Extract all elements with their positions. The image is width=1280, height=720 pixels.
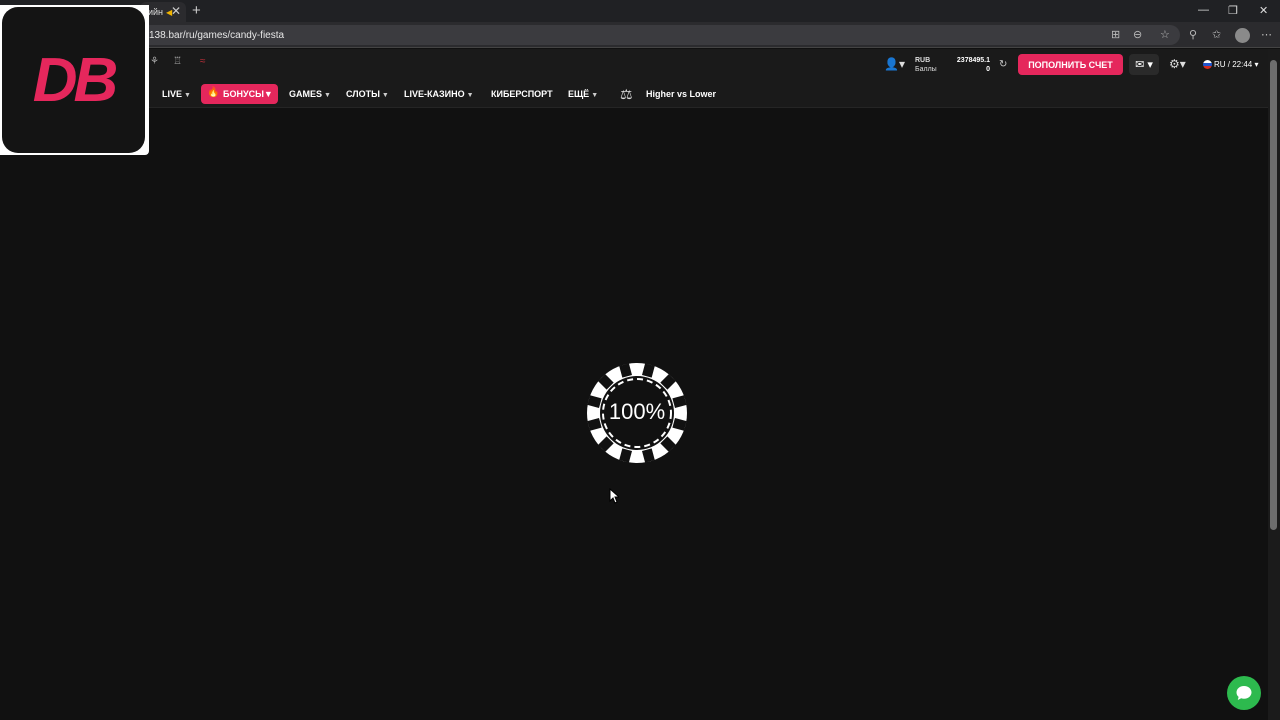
restore-button[interactable]: ❐	[1228, 4, 1238, 17]
more-menu-icon[interactable]: ⋯	[1261, 28, 1272, 41]
nav-more[interactable]: ЕЩЁ ▼	[568, 89, 598, 99]
chevron-down-icon: ▼	[591, 92, 599, 99]
scales-icon: ⚖	[620, 86, 633, 102]
nav-live-casino[interactable]: LIVE-КАЗИНО ▼	[404, 89, 474, 99]
partner-logo-red-icon: ≈	[200, 56, 206, 67]
mouse-cursor-icon	[609, 488, 619, 504]
nav-higher-vs-lower[interactable]: Higher vs Lower	[646, 89, 716, 99]
close-window-button[interactable]: ✕	[1259, 4, 1268, 17]
europa-league-logo-icon: ♖	[173, 56, 182, 67]
tab-close-icon[interactable]: ✕	[171, 4, 181, 18]
deposit-button[interactable]: ПОПОЛНИТЬ СЧЕТ	[1018, 54, 1123, 75]
settings-gear-icon[interactable]: ⚙▾	[1169, 57, 1186, 71]
chat-button[interactable]	[1227, 676, 1261, 710]
nav-slots[interactable]: СЛОТЫ ▼	[346, 89, 389, 99]
currency-label: RUB	[915, 57, 931, 64]
nav-live-casino-label: LIVE-КАЗИНО	[404, 89, 465, 99]
mail-icon: ✉ ▾	[1135, 59, 1153, 71]
db-logo-tile: DB	[2, 7, 145, 153]
chevron-down-icon: ▼	[466, 92, 474, 99]
db-logo-text: DB	[32, 45, 119, 115]
russia-flag-icon	[1203, 60, 1212, 70]
language-time-selector[interactable]: RU / 22:44 ▾	[1203, 60, 1259, 70]
lang-time-label: RU / 22:44	[1214, 60, 1253, 69]
user-icon[interactable]: 👤▾	[884, 57, 905, 71]
favorites-icon[interactable]: ✩	[1212, 28, 1221, 41]
favorite-star-icon[interactable]: ☆	[1160, 28, 1170, 41]
chevron-down-icon: ▼	[184, 92, 191, 99]
mail-button[interactable]: ✉ ▾	[1129, 54, 1159, 75]
chevron-down-icon: ▼	[381, 92, 389, 99]
tracking-icon[interactable]: ⊖	[1133, 28, 1142, 41]
nav-bonuses-label: БОНУСЫ▼	[223, 89, 273, 99]
tab-title: ийн	[148, 7, 164, 17]
nav-more-label: ЕЩЁ	[568, 89, 590, 99]
points-label: Баллы	[915, 66, 937, 73]
scrollbar-thumb[interactable]	[1270, 60, 1277, 530]
url-text[interactable]: 138.bar/ru/games/candy-fiesta	[149, 30, 284, 41]
profile-avatar[interactable]	[1235, 28, 1250, 43]
balance-value: 2378495.1	[956, 57, 990, 64]
chevron-down-icon: ▼	[263, 89, 273, 99]
points-value: 0	[986, 66, 990, 73]
nav-slots-label: СЛОТЫ	[346, 89, 380, 99]
chevron-down-icon: ▼	[324, 92, 331, 99]
nav-live-label: LIVE	[162, 89, 183, 99]
nav-games-label: GAMES	[289, 89, 323, 99]
nav-live[interactable]: LIVE ▼	[162, 89, 191, 99]
extensions-icon[interactable]: ⚲	[1189, 28, 1197, 41]
partner-logo-icon: ⚘	[150, 56, 159, 67]
refresh-icon[interactable]: ↻	[999, 59, 1007, 70]
loader-percent: 100%	[608, 399, 666, 424]
nav-esports[interactable]: КИБЕРСПОРТ	[491, 89, 553, 99]
db-logo-overlay: DB	[0, 5, 149, 155]
new-tab-button[interactable]: +	[192, 2, 201, 19]
nav-games[interactable]: GAMES ▼	[289, 89, 331, 99]
address-bar[interactable]	[140, 25, 1180, 45]
flame-icon: 🔥	[207, 87, 220, 98]
reader-icon[interactable]: ⊞	[1111, 28, 1120, 41]
minimize-button[interactable]: —	[1198, 4, 1209, 16]
chat-bubble-icon	[1236, 686, 1252, 700]
